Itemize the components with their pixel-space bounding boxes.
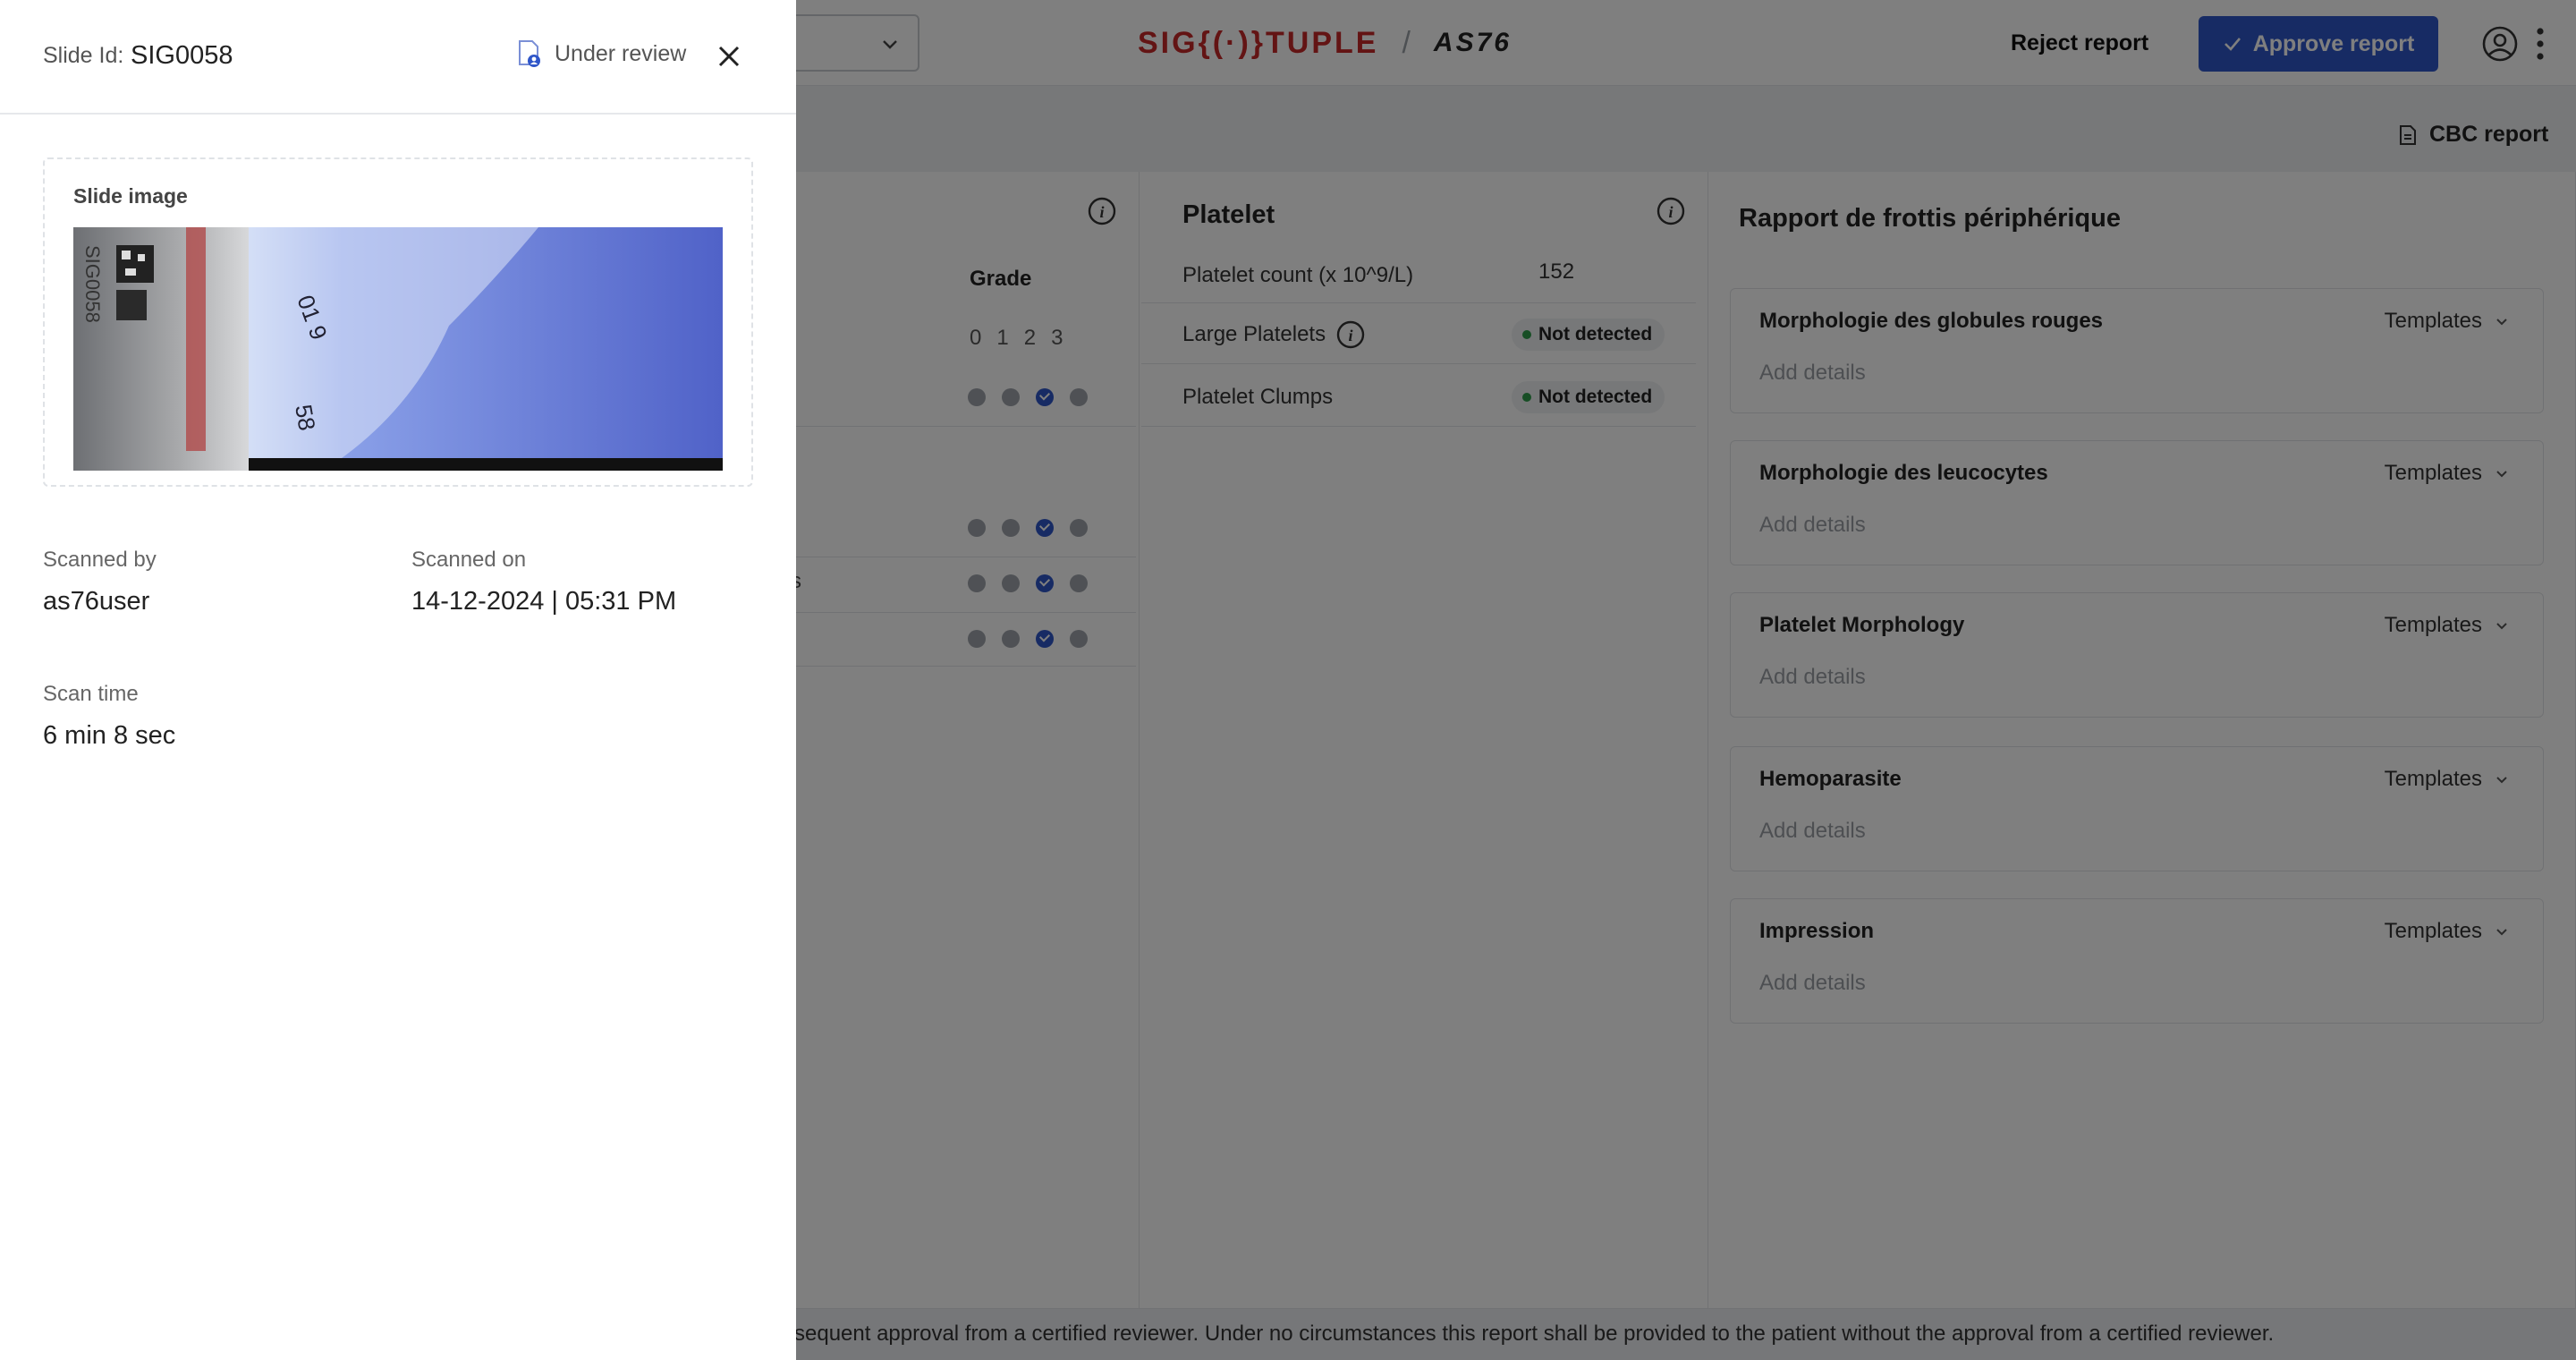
under-review-icon — [519, 40, 540, 67]
slide-photo: 01 9 58 SIG0058 — [73, 227, 723, 471]
slide-image-title: Slide image — [73, 184, 188, 208]
review-status-label: Under review — [555, 40, 687, 66]
drawer-header: Slide Id: SIG0058 Under review — [0, 0, 796, 115]
slide-image[interactable]: 01 9 58 SIG0058 — [73, 227, 723, 471]
review-status: Under review — [517, 39, 686, 68]
slide-label-text: SIG0058 — [81, 245, 104, 323]
scanned-on-value: 14-12-2024 | 05:31 PM — [411, 587, 677, 616]
scanned-by-value: as76user — [43, 587, 150, 616]
slide-details-drawer: Slide Id: SIG0058 Under review Slide ima… — [0, 0, 796, 1360]
close-icon[interactable] — [716, 43, 742, 70]
scanned-by-label: Scanned by — [43, 548, 157, 572]
slide-image-card: Slide image 01 9 58 SIG0058 — [43, 157, 753, 487]
scanned-on-label: Scanned on — [411, 548, 527, 572]
slide-id-label: Slide Id: — [43, 43, 124, 68]
scan-time-label: Scan time — [43, 682, 139, 706]
svg-text:58: 58 — [290, 403, 321, 433]
scan-time-value: 6 min 8 sec — [43, 721, 176, 750]
slide-id-value: SIG0058 — [131, 41, 233, 70]
